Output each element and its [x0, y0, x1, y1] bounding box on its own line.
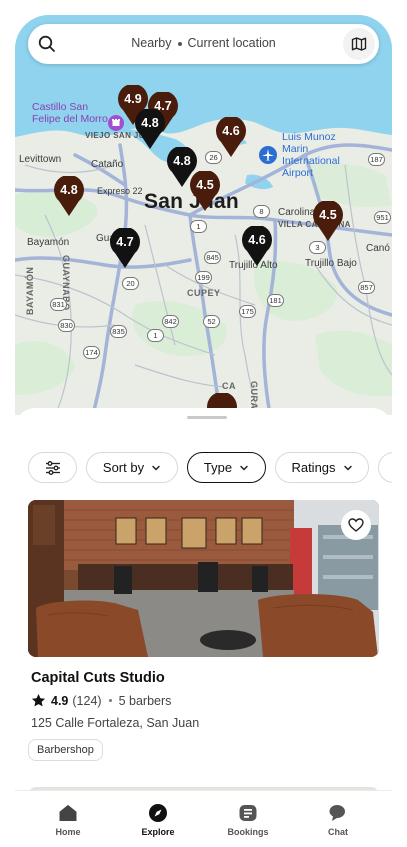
map-label-bayamon-vertical: BAYAMÓN — [25, 266, 35, 315]
road-shield: 175 — [239, 305, 256, 318]
map-label-cano: Canó — [366, 243, 390, 254]
pin-rating: 4.6 — [222, 124, 240, 138]
road-shield: 187 — [368, 153, 385, 166]
road-shield: 951 — [374, 211, 391, 224]
airport-icon — [259, 146, 277, 164]
map-pin[interactable]: 4.7 — [109, 228, 141, 270]
results-sheet: Sort by Type Ratings Capital Cuts Studio… — [15, 408, 392, 847]
road-shield: 835 — [110, 325, 127, 338]
search-location: Current location — [187, 36, 276, 50]
star-icon — [31, 693, 46, 707]
tab-chat[interactable]: Chat — [303, 803, 373, 837]
listing-photo[interactable] — [28, 500, 379, 657]
map-label-airport: Luis Munoz Marin International Airport — [282, 131, 340, 179]
map-label-carolina: Carolina — [278, 207, 316, 218]
type-label: Type — [203, 460, 233, 475]
heart-icon — [348, 518, 364, 532]
barber-count: 5 barbers — [118, 693, 172, 708]
type-chip[interactable]: Type — [187, 452, 266, 483]
map-label-ca: CA — [222, 381, 236, 391]
tab-bookings-label: Bookings — [227, 827, 269, 837]
bookings-icon — [239, 805, 257, 821]
chat-icon — [329, 805, 345, 821]
location-search-bar[interactable]: Nearby Current location — [28, 24, 379, 64]
pin-rating: 4.5 — [319, 208, 337, 222]
home-icon — [59, 805, 77, 821]
shop-address: 125 Calle Fortaleza, San Juan — [31, 716, 200, 730]
map-toggle-button[interactable] — [343, 28, 375, 60]
map-icon — [351, 37, 367, 51]
tab-explore-label: Explore — [141, 827, 175, 837]
separator-dot — [108, 699, 112, 702]
tab-home-label: Home — [55, 827, 81, 837]
favorite-button[interactable] — [341, 510, 371, 540]
road-shield: 52 — [203, 315, 220, 328]
listing-meta: 4.9 (124) 5 barbers — [31, 693, 171, 708]
category-tag: Barbershop — [28, 739, 103, 761]
map-pin[interactable]: 4.5 — [312, 201, 344, 243]
road-shield: 831 — [50, 298, 67, 311]
map-pin[interactable]: 4.6 — [241, 226, 273, 268]
sort-by-chip[interactable]: Sort by — [86, 452, 178, 483]
map-label-catano: Cataño — [91, 159, 124, 170]
road-shield: 8 — [253, 205, 270, 218]
road-shield: 845 — [204, 251, 221, 264]
barbershop-photo — [28, 500, 379, 657]
map-label-trujillo-bajo: Trujillo Bajo — [305, 258, 357, 269]
road-shield: 1 — [190, 220, 207, 233]
road-shield: 181 — [267, 294, 284, 307]
search-nearby: Nearby — [131, 36, 172, 50]
road-shield: 830 — [58, 319, 75, 332]
sheet-drag-handle[interactable] — [187, 416, 227, 419]
map-pin[interactable]: 4.5 — [189, 171, 221, 213]
chevron-down-icon — [152, 465, 160, 470]
road-shield: 857 — [358, 281, 375, 294]
pin-rating: 4.7 — [116, 235, 134, 249]
rating-value: 4.9 — [51, 693, 69, 708]
pin-rating: 4.5 — [196, 178, 214, 192]
separator-dot — [177, 41, 182, 46]
chevron-down-icon — [240, 465, 248, 470]
map-view[interactable]: Castillo San Felipe del Morro VIEJO SAN … — [15, 15, 392, 415]
road-shield: 174 — [83, 346, 100, 359]
map-pin[interactable]: 4.8 — [53, 176, 85, 218]
map-label-castillo: Castillo San Felipe del Morro — [32, 101, 108, 125]
sliders-icon — [45, 460, 60, 475]
pin-rating: 4.9 — [124, 92, 142, 106]
compass-icon — [149, 804, 167, 822]
road-shield: 1 — [147, 329, 164, 342]
road-shield: 199 — [195, 271, 212, 284]
map-label-gura: GURA — [249, 381, 259, 410]
shop-name[interactable]: Capital Cuts Studio — [31, 670, 165, 686]
map-pin[interactable]: 4.8 — [134, 109, 166, 151]
map-label-expreso: Expreso 22 — [97, 186, 143, 196]
sort-by-label: Sort by — [102, 460, 145, 475]
pin-rating: 4.6 — [248, 233, 266, 247]
filter-settings-button[interactable] — [28, 452, 77, 483]
filter-bar: Sort by Type Ratings — [28, 452, 392, 483]
app-screen: Castillo San Felipe del Morro VIEJO SAN … — [15, 15, 392, 847]
map-pin[interactable]: 4.6 — [215, 117, 247, 159]
map-label-bayamon: Bayamón — [27, 237, 70, 248]
road-shield: 20 — [122, 277, 139, 290]
ratings-chip[interactable]: Ratings — [275, 452, 369, 483]
tab-explore[interactable]: Explore — [123, 803, 193, 837]
pin-rating: 4.8 — [60, 183, 78, 197]
more-filters-chip[interactable] — [378, 452, 392, 483]
search-text: Nearby Current location — [28, 36, 379, 50]
tab-chat-label: Chat — [328, 827, 348, 837]
map-label-cupey: CUPEY — [187, 288, 221, 298]
review-count: (124) — [72, 693, 102, 708]
ratings-label: Ratings — [291, 460, 336, 475]
road-shield: 842 — [162, 315, 179, 328]
tab-bookings[interactable]: Bookings — [213, 803, 283, 837]
tab-home[interactable]: Home — [33, 803, 103, 837]
pin-rating: 4.8 — [141, 116, 159, 130]
pin-rating: 4.8 — [173, 154, 191, 168]
chevron-down-icon — [343, 465, 352, 470]
map-label-levittown: Levittown — [19, 154, 62, 165]
bottom-tab-bar: Home Explore Bookings Chat — [15, 790, 392, 847]
